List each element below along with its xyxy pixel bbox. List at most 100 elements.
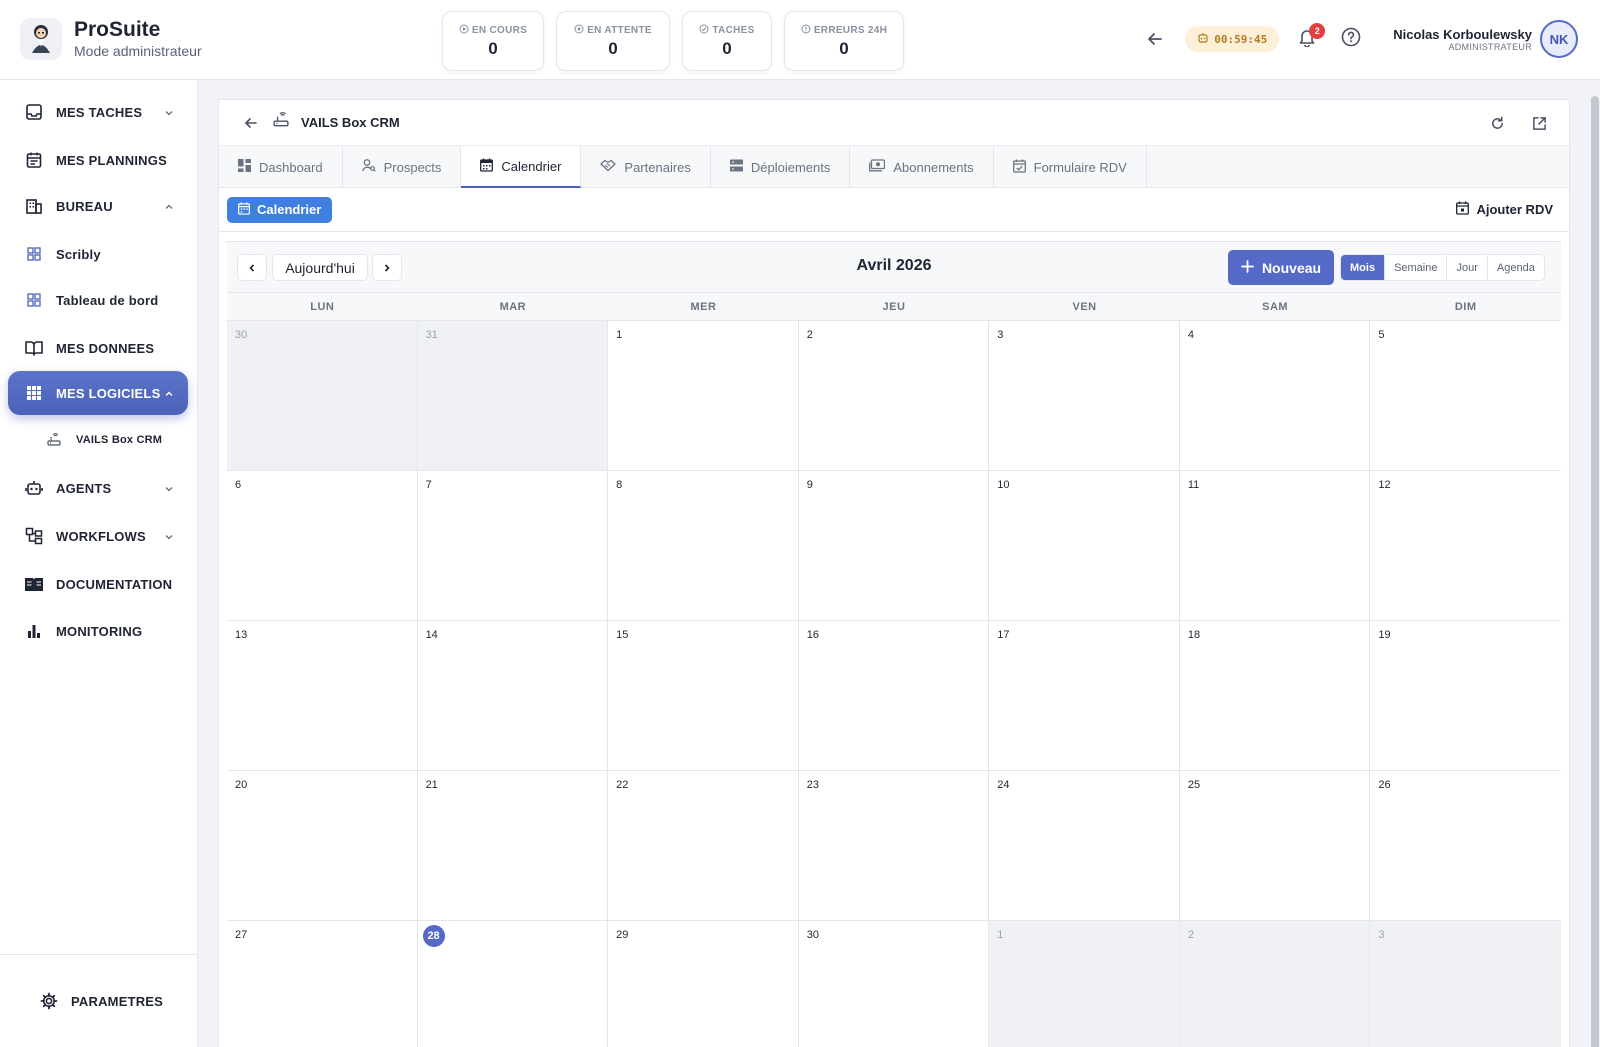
next-month-button[interactable] [372, 254, 402, 281]
calendar-day[interactable]: 14 [417, 621, 609, 771]
calendar-day[interactable]: 30 [798, 921, 990, 1047]
calendar-day[interactable]: 12 [1370, 471, 1561, 621]
today-button[interactable]: Aujourd'hui [272, 254, 368, 281]
view-agenda[interactable]: Agenda [1488, 255, 1544, 280]
calendar-day[interactable]: 30 [227, 321, 418, 471]
tab-prospects[interactable]: Prospects [343, 146, 462, 188]
app-logo-icon [20, 18, 62, 60]
session-timer[interactable]: 00:59:45 [1185, 26, 1280, 52]
calendar-day[interactable]: 25 [1179, 771, 1371, 921]
sidebar-item-monitoring[interactable]: MONITORING [8, 609, 188, 653]
tab-abonnements[interactable]: Abonnements [850, 146, 994, 188]
back-arrow-icon[interactable] [1141, 25, 1169, 53]
add-rdv-label: Ajouter RDV [1476, 202, 1553, 217]
stat-en-attente[interactable]: EN ATTENTE 0 [556, 11, 670, 71]
sidebar-item-bureau[interactable]: BUREAU [8, 184, 188, 228]
help-button[interactable] [1337, 25, 1365, 53]
calendar-day[interactable]: 17 [989, 621, 1180, 771]
brand[interactable]: ProSuite Mode administrateur [20, 18, 202, 60]
notifications-button[interactable]: 2 [1293, 23, 1326, 53]
calendar-check-icon [1012, 159, 1026, 176]
calendar-day[interactable]: 11 [1179, 471, 1371, 621]
calendar-day[interactable]: 21 [417, 771, 609, 921]
sidebar-item-label: MONITORING [56, 623, 143, 639]
chevron-right-icon [382, 260, 392, 276]
sidebar-divider [0, 954, 198, 955]
calendar-toolbar: Aujourd'hui Avril 2026 Nouveau Mois Sema… [227, 242, 1561, 292]
add-rdv-button[interactable]: Ajouter RDV [1456, 201, 1553, 218]
calendar-day[interactable]: 13 [227, 621, 418, 771]
calendar-day[interactable]: 22 [608, 771, 799, 921]
tab-deploiements[interactable]: Déploiements [711, 146, 851, 188]
calendar-day[interactable]: 24 [989, 771, 1180, 921]
user-info[interactable]: Nicolas Korboulewsky ADMINISTRATEUR [1393, 27, 1532, 52]
sidebar-item-mes-plannings[interactable]: MES PLANNINGS [8, 138, 188, 182]
calendar-day[interactable]: 3 [1370, 921, 1561, 1047]
calendar-day[interactable]: 31 [417, 321, 609, 471]
open-external-icon[interactable] [1525, 109, 1553, 137]
calendar-day[interactable]: 20 [227, 771, 418, 921]
day-number: 20 [235, 779, 248, 791]
tab-formulaire-rdv[interactable]: Formulaire RDV [994, 146, 1147, 188]
avatar[interactable]: NK [1540, 20, 1578, 58]
stat-en-cours[interactable]: EN COURS 0 [442, 11, 544, 71]
back-arrow-icon[interactable] [237, 109, 265, 137]
calendar-day[interactable]: 4 [1179, 321, 1371, 471]
sidebar-item-tableau-de-bord[interactable]: Tableau de bord [8, 278, 188, 322]
calendar-day[interactable]: 26 [1370, 771, 1561, 921]
day-number: 10 [997, 479, 1010, 491]
refresh-icon[interactable] [1483, 109, 1511, 137]
calendar-day[interactable]: 23 [798, 771, 990, 921]
calendar-day-today[interactable]: 28 [417, 921, 609, 1047]
sidebar-item-workflows[interactable]: WORKFLOWS [8, 514, 188, 558]
view-mois[interactable]: Mois [1341, 255, 1386, 280]
calendar-day[interactable]: 10 [989, 471, 1180, 621]
calendar-day[interactable]: 1 [989, 921, 1180, 1047]
sidebar-item-label: MES DONNEES [56, 340, 155, 356]
scrollbar-thumb[interactable] [1591, 96, 1599, 1047]
tab-partenaires[interactable]: Partenaires [581, 146, 711, 188]
calendar-day[interactable]: 3 [989, 321, 1180, 471]
sidebar-item-mes-logiciels[interactable]: MES LOGICIELS [8, 371, 188, 415]
calendar-subtab-button[interactable]: Calendrier [227, 196, 333, 223]
notification-badge: 2 [1309, 23, 1326, 39]
sidebar-item-mes-taches[interactable]: MES TACHES [8, 90, 188, 134]
calendar-day[interactable]: 16 [798, 621, 990, 771]
calendar-day[interactable]: 1 [608, 321, 799, 471]
tab-calendrier[interactable]: Calendrier [461, 146, 582, 188]
plus-icon [1241, 259, 1254, 276]
robot-icon [1197, 32, 1209, 47]
calendar-day[interactable]: 27 [227, 921, 418, 1047]
sidebar-item-parametres[interactable]: PARAMETRES [8, 979, 188, 1023]
calendar-day[interactable]: 9 [798, 471, 990, 621]
sidebar-item-documentation[interactable]: DOCUMENTATION [8, 562, 188, 606]
stat-erreurs[interactable]: ERREURS 24H 0 [784, 11, 904, 71]
calendar-day[interactable]: 5 [1370, 321, 1561, 471]
calendar-day[interactable]: 6 [227, 471, 418, 621]
day-number: 16 [806, 629, 819, 641]
panel-header: VAILS Box CRM [219, 100, 1569, 146]
sidebar-item-mes-donnees[interactable]: MES DONNEES [8, 326, 188, 370]
stat-taches[interactable]: TACHES 0 [682, 11, 772, 71]
chevron-up-icon [164, 386, 174, 404]
page-scrollbar[interactable] [1590, 80, 1600, 1047]
sidebar-item-label: DOCUMENTATION [56, 576, 173, 592]
sidebar-item-scribly[interactable]: Scribly [8, 232, 188, 276]
weekday-label: LUN [310, 301, 335, 313]
calendar-day[interactable]: 2 [1179, 921, 1371, 1047]
tab-dashboard[interactable]: Dashboard [219, 146, 343, 188]
previous-month-button[interactable] [237, 254, 267, 281]
calendar-day[interactable]: 18 [1179, 621, 1371, 771]
view-jour[interactable]: Jour [1447, 255, 1488, 280]
calendar-day[interactable]: 7 [417, 471, 609, 621]
calendar-day[interactable]: 29 [608, 921, 799, 1047]
calendar-day[interactable]: 19 [1370, 621, 1561, 771]
sidebar-item-vails-box-crm[interactable]: VAILS Box CRM [8, 418, 188, 462]
calendar-day[interactable]: 15 [608, 621, 799, 771]
sidebar-item-agents[interactable]: AGENTS [8, 466, 188, 510]
app-mode: Mode administrateur [74, 43, 202, 59]
calendar-day[interactable]: 2 [798, 321, 990, 471]
new-event-button[interactable]: Nouveau [1228, 250, 1334, 285]
view-semaine[interactable]: Semaine [1385, 255, 1448, 280]
calendar-day[interactable]: 8 [608, 471, 799, 621]
